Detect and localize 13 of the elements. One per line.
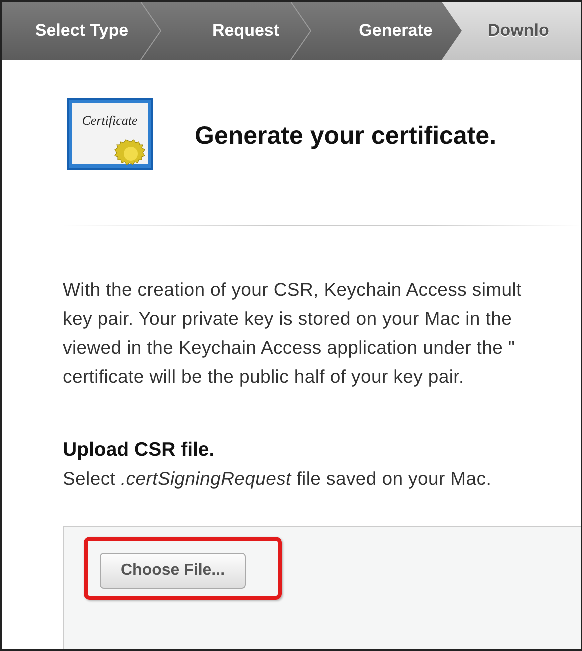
- description-line: key pair. Your private key is stored on your Mac in the: [63, 307, 514, 331]
- certificate-icon: Certificate: [67, 98, 153, 170]
- section-title: Upload CSR file.: [63, 439, 216, 462]
- step-tab[interactable]: Select Type: [2, 2, 162, 60]
- choose-file-button[interactable]: Choose File...: [100, 553, 246, 589]
- description-line: certificate will be the public half of your key pair.: [63, 365, 466, 389]
- step-tab[interactable]: Request: [162, 2, 312, 60]
- step-tab[interactable]: Downlo: [462, 2, 581, 60]
- description-line: viewed in the Keychain Access application under the ": [63, 336, 516, 360]
- step-tab[interactable]: Generate: [312, 2, 462, 60]
- page-title: Generate your certificate.: [195, 122, 497, 150]
- description-line: With the creation of your CSR, Keychain Access simult: [63, 278, 523, 302]
- upload-hint: Select .certSigningRequest file saved on your Mac.: [63, 468, 493, 490]
